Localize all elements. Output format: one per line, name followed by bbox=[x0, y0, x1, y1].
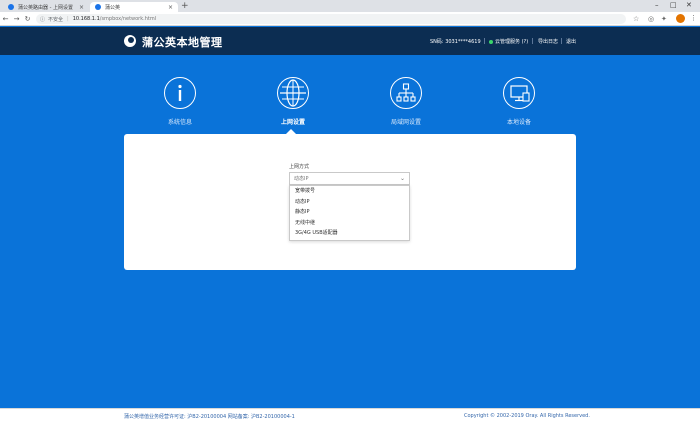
connection-type-dropdown: 宽带拨号 动态IP 静态IP 无线中继 3G/4G USB适配器 bbox=[289, 185, 410, 241]
close-window-icon[interactable]: ✕ bbox=[686, 1, 692, 9]
status-dot bbox=[489, 39, 493, 44]
browser-tab-2[interactable]: 蒲公英 × bbox=[90, 2, 178, 12]
nav-label: 局域网设置 bbox=[390, 119, 421, 126]
globe-icon bbox=[277, 77, 309, 109]
divider bbox=[484, 38, 485, 44]
nav-item-lan[interactable]: 局域网设置 bbox=[376, 77, 436, 126]
network-icon bbox=[390, 77, 422, 109]
connection-type-select[interactable]: 动态IP ⌄ bbox=[289, 172, 410, 185]
divider bbox=[561, 38, 562, 44]
export-log-link[interactable]: 导出日志 bbox=[538, 38, 558, 45]
info-icon bbox=[164, 77, 196, 109]
sn-label: SN码: 3031****4619 bbox=[430, 39, 481, 45]
back-icon[interactable]: ← bbox=[0, 15, 11, 23]
nav-item-local-devices[interactable]: 本地设备 bbox=[489, 77, 549, 126]
selected-value: 动态IP bbox=[294, 176, 309, 182]
cloud-status[interactable]: 云管理服务 (?) bbox=[489, 38, 528, 45]
copyright: Copyright © 2002-2019 Oray. All Rights R… bbox=[464, 413, 590, 419]
nav-label: 本地设备 bbox=[506, 119, 531, 126]
logo-icon bbox=[124, 35, 136, 47]
security-label: 不安全 bbox=[48, 16, 64, 23]
profile-avatar[interactable] bbox=[676, 14, 685, 23]
nav-label: 系统信息 bbox=[167, 119, 192, 126]
favicon-icon bbox=[95, 4, 101, 10]
close-icon[interactable]: × bbox=[79, 4, 84, 11]
url-path: /smpbox/network.html bbox=[99, 16, 157, 22]
dropdown-option[interactable]: 宽带拨号 bbox=[290, 186, 409, 197]
reload-icon[interactable]: ↻ bbox=[22, 15, 33, 23]
divider bbox=[532, 38, 533, 44]
dropdown-option[interactable]: 动态IP bbox=[290, 197, 409, 208]
new-tab-button[interactable]: + bbox=[181, 1, 189, 11]
logo-title: 蒲公英本地管理 bbox=[142, 36, 223, 49]
chevron-down-icon: ⌄ bbox=[399, 175, 405, 182]
monitor-icon bbox=[503, 77, 535, 109]
dropdown-option[interactable]: 静态IP bbox=[290, 207, 409, 218]
maximize-icon[interactable]: □ bbox=[670, 1, 677, 9]
icp-license[interactable]: 蒲公英增值业务经营许可证: 沪B2-20100004 网站备案: 沪B2-201… bbox=[124, 413, 295, 420]
address-bar[interactable]: ⓘ 不安全 | 10.168.1.1 /smpbox/network.html bbox=[36, 14, 626, 24]
extensions-puzzle-icon[interactable]: ✦ bbox=[661, 15, 667, 23]
minimize-icon[interactable]: – bbox=[655, 1, 659, 9]
info-icon[interactable]: ⓘ bbox=[40, 16, 45, 23]
page-footer: 蒲公英增值业务经营许可证: 沪B2-20100004 网站备案: 沪B2-201… bbox=[0, 408, 700, 423]
browser-tabbar: 蒲公英路由器 - 上网设置 × 蒲公英 × + – □ ✕ bbox=[0, 0, 700, 12]
nav-label: 上网设置 bbox=[280, 119, 305, 126]
bookmark-star-icon[interactable]: ☆ bbox=[633, 15, 639, 23]
url-host: 10.168.1.1 bbox=[72, 16, 100, 22]
browser-tab-label: 蒲公英路由器 - 上网设置 bbox=[18, 4, 73, 11]
cloud-status-label: 云管理服务 (?) bbox=[495, 39, 529, 45]
app-header: 蒲公英本地管理 SN码: 3031****4619 云管理服务 (?) 导出日志… bbox=[0, 27, 700, 55]
connection-type-label: 上网方式 bbox=[289, 164, 310, 170]
menu-icon[interactable]: ⋮ bbox=[690, 14, 697, 22]
close-icon[interactable]: × bbox=[168, 4, 173, 11]
forward-icon[interactable]: → bbox=[11, 15, 22, 23]
extension-icon[interactable]: ◎ bbox=[648, 15, 654, 23]
browser-tab-1[interactable]: 蒲公英路由器 - 上网设置 × bbox=[3, 2, 89, 12]
browser-toolbar: ← → ↻ ⓘ 不安全 | 10.168.1.1 /smpbox/network… bbox=[0, 12, 700, 26]
browser-tab-label: 蒲公英 bbox=[105, 4, 121, 11]
logout-link[interactable]: 退出 bbox=[566, 38, 576, 45]
nav-item-internet[interactable]: 上网设置 bbox=[263, 77, 323, 126]
dropdown-option[interactable]: 无线中继 bbox=[290, 218, 409, 229]
separator: | bbox=[67, 16, 69, 22]
dropdown-option[interactable]: 3G/4G USB适配器 bbox=[290, 228, 409, 239]
favicon-icon bbox=[8, 4, 14, 10]
nav-item-system-info[interactable]: 系统信息 bbox=[150, 77, 210, 126]
